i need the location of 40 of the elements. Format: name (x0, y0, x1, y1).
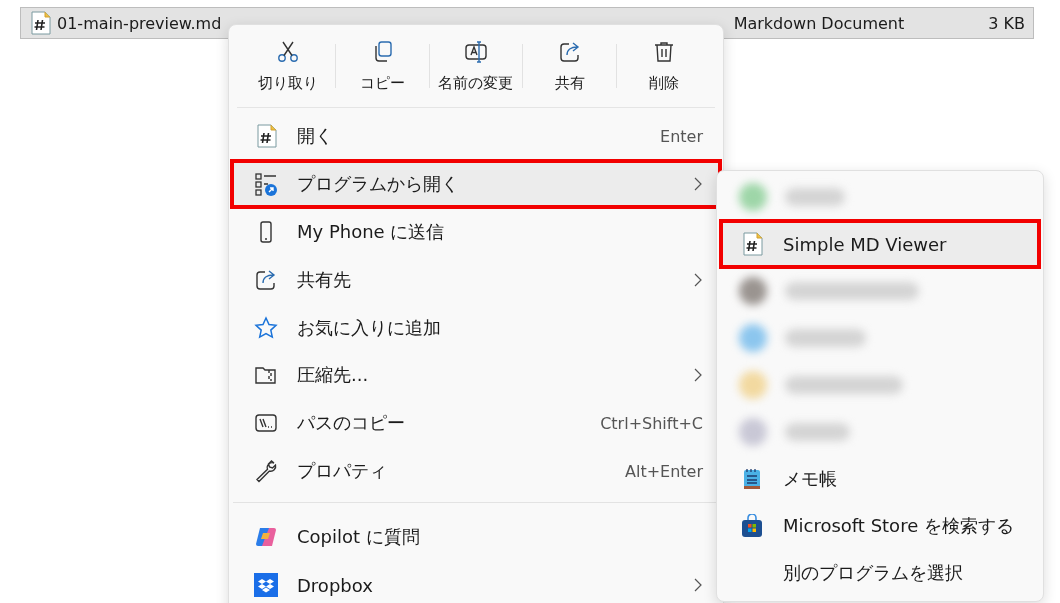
open-with-icon (254, 171, 278, 196)
cut-button[interactable]: 切り取り (242, 31, 335, 101)
file-size: 3 KB (988, 13, 1025, 33)
copy-button[interactable]: コピー (335, 31, 429, 101)
wrench-icon (254, 459, 278, 484)
blurred-app-name (785, 423, 850, 441)
blurred-app-name (785, 188, 845, 206)
shortcut-text: Alt+Enter (625, 461, 703, 481)
star-icon (254, 315, 278, 340)
menu-item[interactable]: メモ帳 (723, 458, 1037, 500)
chevron-right-icon (693, 578, 703, 593)
menu-item[interactable]: Copilot に質問 (233, 515, 719, 560)
dropbox-icon (254, 573, 278, 598)
rename-icon (464, 39, 488, 64)
menu-item[interactable]: 別のプログラムを選択 (723, 552, 1037, 594)
markdown-file-icon (29, 11, 51, 35)
share-button[interactable]: 共有 (523, 31, 617, 101)
delete-button[interactable]: 削除 (617, 31, 710, 101)
file-name: 01-main-preview.md (57, 13, 222, 33)
menu-item[interactable]: パスのコピー Ctrl+Shift+C (233, 401, 719, 446)
store-bag-icon (740, 514, 764, 538)
chevron-right-icon (693, 176, 703, 191)
shortcut-text: Enter (660, 126, 703, 146)
menu-item[interactable]: Microsoft Store を検索する (723, 505, 1037, 547)
menu-item[interactable]: お気に入りに追加 (233, 305, 719, 350)
chevron-right-icon (693, 368, 703, 383)
menu-item[interactable]: プロパティ Alt+Enter (233, 449, 719, 494)
markdown-file-icon (741, 232, 763, 256)
menu-item[interactable]: 開く Enter (233, 114, 719, 158)
file-type: Markdown Document (733, 13, 905, 33)
menu-item[interactable]: Dropbox (233, 563, 719, 603)
menu-item[interactable]: 共有先 (233, 257, 719, 302)
rename-button[interactable]: 名前の変更 (429, 31, 523, 101)
menu-item[interactable]: 圧縮先... (233, 353, 719, 398)
markdown-file-icon (255, 124, 277, 148)
shortcut-text: Ctrl+Shift+C (600, 413, 703, 433)
scissors-icon (276, 39, 301, 64)
chevron-right-icon (693, 272, 703, 287)
menu-item[interactable]: My Phone に送信 (233, 209, 719, 254)
menu-item[interactable]: プログラムから開く (233, 161, 719, 206)
